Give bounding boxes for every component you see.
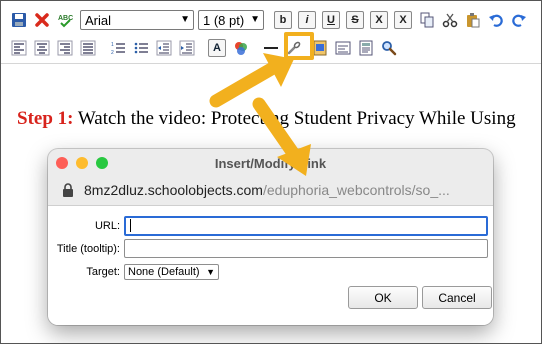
toolbar-divider	[1, 63, 541, 64]
delete-icon[interactable]	[31, 9, 53, 31]
italic-button[interactable]: i	[298, 11, 316, 29]
template-icon[interactable]	[355, 37, 377, 59]
cancel-button[interactable]: Cancel	[422, 286, 492, 309]
url-host: 8mz2dluz.schoolobjects.com	[84, 182, 263, 198]
toolbar-row-2: 12 A	[2, 34, 541, 62]
redo-icon[interactable]	[508, 9, 530, 31]
target-row: Target: None (Default) ▼	[52, 264, 219, 280]
ok-button[interactable]: OK	[348, 286, 418, 309]
step-label: Step 1:	[17, 108, 74, 129]
dialog-title: Insert/Modify Link	[214, 155, 327, 171]
horizontal-rule-icon[interactable]	[260, 37, 282, 59]
font-size-select[interactable]: 1 (8 pt) ▼	[198, 10, 264, 30]
bold-button[interactable]: b	[274, 11, 292, 29]
copy-icon[interactable]	[416, 9, 438, 31]
target-value: None (Default)	[128, 266, 200, 278]
dialog-body: URL: Title (tooltip): Target: None (Defa…	[48, 205, 493, 325]
font-size-value: 1 (8 pt)	[203, 12, 245, 28]
font-name-value: Arial	[85, 12, 112, 28]
url-label: URL:	[94, 220, 120, 232]
numbered-list-icon[interactable]: 12	[107, 37, 129, 59]
font-color-button[interactable]: A	[208, 39, 226, 57]
svg-text:2: 2	[111, 50, 114, 56]
cut-icon[interactable]	[439, 9, 461, 31]
justify-icon[interactable]	[77, 37, 99, 59]
subscript-button[interactable]: X	[370, 11, 388, 29]
paste-icon[interactable]	[462, 9, 484, 31]
svg-text:ABC: ABC	[58, 15, 73, 22]
dialog-titlebar: Insert/Modify Link	[48, 149, 493, 177]
align-center-icon[interactable]	[31, 37, 53, 59]
minimize-window-button[interactable]	[76, 157, 88, 169]
editor-frame: ABC Arial ▼ 1 (8 pt) ▼ b i U S X X 1 2 A…	[0, 0, 542, 344]
toolbar-row-1: ABC Arial ▼ 1 (8 pt) ▼ b i U S X X	[2, 6, 541, 34]
bullet-list-icon[interactable]	[130, 37, 152, 59]
url-path: /eduphoria_webcontrols/so_...	[262, 182, 450, 198]
chevron-down-icon: ▼	[250, 14, 260, 25]
insert-link-dialog: Insert/Modify Link 8mz2dluz.schoolobject…	[48, 149, 493, 325]
chevron-down-icon: ▼	[180, 14, 190, 25]
maximize-window-button[interactable]	[96, 157, 108, 169]
lock-icon	[63, 183, 73, 197]
undo-icon[interactable]	[485, 9, 507, 31]
align-left-icon[interactable]	[8, 37, 30, 59]
save-icon[interactable]	[8, 9, 30, 31]
text-cursor	[130, 219, 131, 232]
target-label: Target:	[86, 266, 120, 278]
svg-text:1: 1	[111, 42, 114, 48]
table-icon[interactable]	[332, 37, 354, 59]
url-row: URL:	[52, 216, 488, 236]
title-label: Title (tooltip):	[56, 242, 120, 255]
step-1-paragraph[interactable]: Step 1: Watch the video: Protecting Stud…	[17, 108, 516, 130]
font-name-select[interactable]: Arial ▼	[80, 10, 194, 30]
target-select[interactable]: None (Default) ▼	[124, 264, 219, 280]
zoom-icon[interactable]	[378, 37, 400, 59]
title-row: Title (tooltip):	[52, 239, 488, 258]
align-right-icon[interactable]	[54, 37, 76, 59]
title-input[interactable]	[124, 239, 488, 258]
superscript-button[interactable]: X	[394, 11, 412, 29]
underline-button[interactable]: U	[322, 11, 340, 29]
step-text: Watch the video: Protecting Student Priv…	[73, 108, 516, 129]
url-input[interactable]	[124, 216, 488, 236]
close-window-button[interactable]	[56, 157, 68, 169]
outdent-icon[interactable]	[153, 37, 175, 59]
spellcheck-icon[interactable]: ABC	[54, 9, 76, 31]
palette-icon[interactable]	[230, 37, 252, 59]
indent-icon[interactable]	[176, 37, 198, 59]
chevron-down-icon: ▼	[206, 267, 215, 277]
dialog-url-bar: 8mz2dluz.schoolobjects.com/eduphoria_web…	[48, 177, 493, 203]
link-button-highlight	[284, 32, 314, 60]
strikethrough-button[interactable]: S	[346, 11, 364, 29]
